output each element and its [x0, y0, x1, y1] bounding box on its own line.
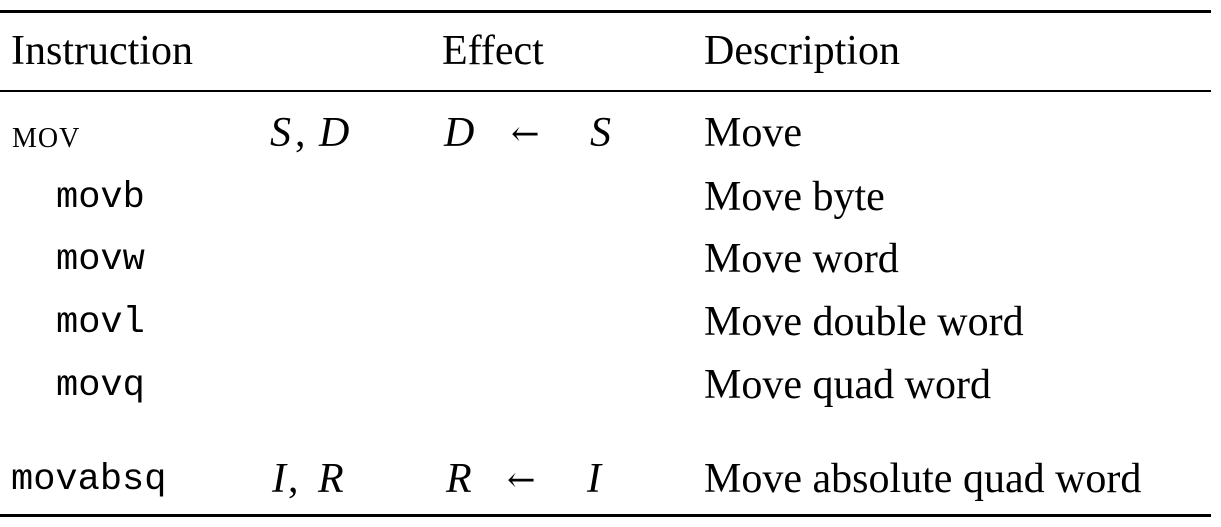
header-rule: [0, 90, 1211, 92]
top-rule: [0, 10, 1211, 13]
header-description: Description: [704, 28, 900, 74]
operand-first: I: [272, 456, 286, 502]
effect-destination: R: [446, 456, 472, 502]
instruction-name: movl: [56, 302, 145, 344]
instruction-name: mov: [12, 111, 81, 156]
operand-second: R: [318, 456, 344, 502]
instruction-description: Move word: [704, 236, 899, 282]
effect-source: I: [587, 456, 601, 502]
instruction-name: movabsq: [11, 459, 167, 501]
bottom-rule: [0, 514, 1211, 517]
operand-second: D: [319, 110, 350, 156]
instruction-name: movb: [56, 177, 145, 219]
header-instruction: Instruction: [11, 28, 193, 74]
effect-destination: D: [444, 110, 475, 156]
header-effect: Effect: [442, 28, 544, 74]
instruction-name: movw: [56, 239, 145, 281]
operand-separator: ,: [288, 456, 299, 502]
instruction-description: Move byte: [704, 174, 885, 220]
instruction-name: movq: [56, 365, 145, 407]
operand-first: S: [270, 110, 291, 156]
instruction-description: Move double word: [704, 299, 1024, 345]
instruction-description: Move absolute quad word: [704, 456, 1142, 502]
operand-separator: ,: [295, 110, 306, 156]
left-arrow-icon: ←: [507, 460, 536, 500]
effect-source: S: [590, 110, 611, 156]
instruction-description: Move quad word: [704, 362, 991, 408]
instruction-description: Move: [704, 110, 802, 156]
left-arrow-icon: ←: [511, 114, 540, 154]
